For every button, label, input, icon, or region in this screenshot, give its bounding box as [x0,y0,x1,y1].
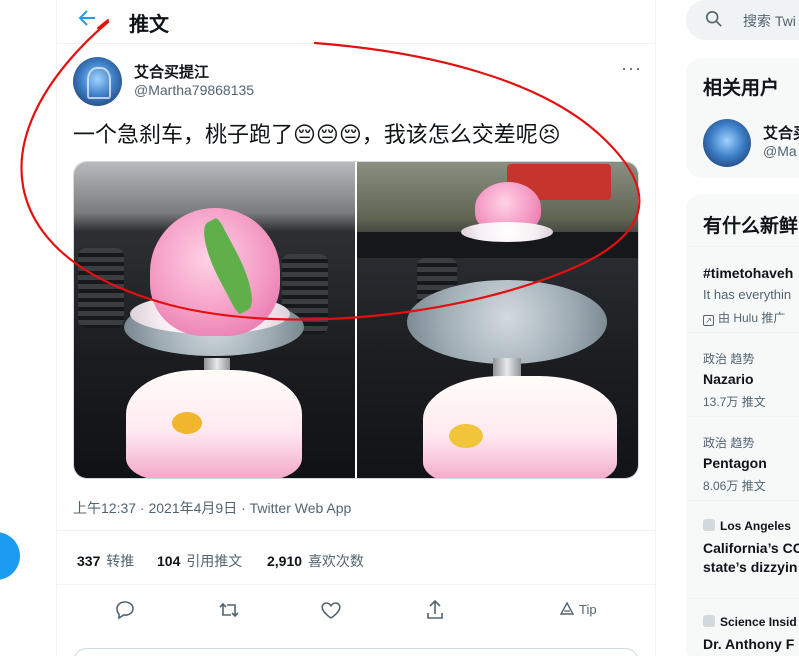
tweet-media[interactable] [73,161,639,479]
trends-panel: 有什么新鲜 #timetohaveh It has everythin ↗ 由 H… [686,194,799,656]
news-headline-cont: state’s dizzyin [703,559,798,575]
more-options-button[interactable]: ··· [621,58,642,79]
tweet-text: 一个急刹车，桃子跑了😔😔😔，我该怎么交差呢😣 [73,122,561,147]
trends-title: 有什么新鲜 [703,216,799,237]
share-icon [427,599,443,619]
news-source-icon [703,519,715,531]
reply-icon [116,601,134,620]
trend-title: Pentagon [703,455,767,471]
promoted-icon: ↗ [703,315,714,326]
reply-card[interactable] [73,648,639,656]
photo-cake-after[interactable] [357,162,638,478]
reply-button[interactable] [113,598,137,622]
empty-plate [407,280,607,364]
trend-category: 政治 趋势 [703,436,755,450]
fruit-cake [423,376,617,478]
fruit-topping [172,412,202,434]
trend-title: Nazario [703,371,754,387]
trend-title: #timetohaveh [703,265,794,281]
car-vent-left [78,248,124,328]
tweet-header: 推文 [57,0,655,44]
tip-icon [559,601,575,615]
trend-item[interactable]: 政治 趋势 Pentagon 8.06万 推文 [686,416,799,500]
like-button[interactable] [319,598,343,622]
trend-category: 政治 趋势 [703,352,755,366]
retweet-icon [219,602,239,618]
related-user-handle[interactable]: @Ma [763,143,797,159]
trend-item[interactable]: #timetohaveh It has everythin ↗ 由 Hulu 推广 [686,246,799,332]
photo-cake-before[interactable] [74,162,355,478]
trend-count: 13.7万 推文 [703,395,766,409]
quote-count[interactable]: 104 引用推文 [157,551,242,571]
peach-cream [461,222,553,242]
tweet-timestamp[interactable]: 上午12:37 · 2021年4月9日 · Twitter Web App [73,498,351,518]
main-column: 推文 艾合买提江 @Martha79868135 ··· 一个急刹车，桃子跑了😔… [56,0,656,656]
fruit-cake [126,370,302,478]
compose-tweet-button[interactable] [0,532,20,580]
search-icon [705,10,722,27]
retweet-count[interactable]: 337 转推 [77,551,134,571]
news-item[interactable]: Science Insid Dr. Anthony F [686,598,799,656]
author-name[interactable]: 艾合买提江 [134,61,209,82]
related-user-avatar[interactable] [703,119,751,167]
author-handle[interactable]: @Martha79868135 [134,82,254,98]
trend-item[interactable]: 政治 趋势 Nazario 13.7万 推文 [686,332,799,416]
back-arrow-icon [78,10,95,26]
tweet-stats: 337 转推 104 引用推文 2,910 喜欢次数 [57,530,655,585]
news-item[interactable]: Los Angeles California’s CC state’s dizz… [686,500,799,598]
heart-icon [321,602,341,619]
search-bar[interactable]: 搜索 Twi [686,0,799,40]
like-count[interactable]: 2,910 喜欢次数 [267,551,364,571]
author-avatar[interactable] [73,57,122,106]
news-headline: Dr. Anthony F [703,636,795,652]
related-user-name[interactable]: 艾合买 [763,122,799,143]
tip-button[interactable]: Tip [559,599,597,619]
tweet-actions: Tip [57,586,655,634]
fruit-topping [449,424,483,448]
retweet-button[interactable] [217,598,241,622]
trend-count: 8.06万 推文 [703,479,766,493]
related-users-title: 相关用户 [703,78,780,99]
share-button[interactable] [423,598,447,622]
news-source: Science Insid [703,615,797,629]
news-source-icon [703,615,715,627]
search-placeholder: 搜索 Twi [743,13,796,29]
back-arrow-button[interactable] [75,6,105,34]
promoted-label: ↗ 由 Hulu 推广 [703,309,785,326]
news-headline: California’s CC [703,540,799,556]
trend-subtitle: It has everythin [703,287,792,302]
tip-label: Tip [579,601,597,617]
related-users-panel: 相关用户 艾合买 @Ma [686,58,799,178]
news-source: Los Angeles [703,519,791,533]
page-title: 推文 [129,14,169,36]
